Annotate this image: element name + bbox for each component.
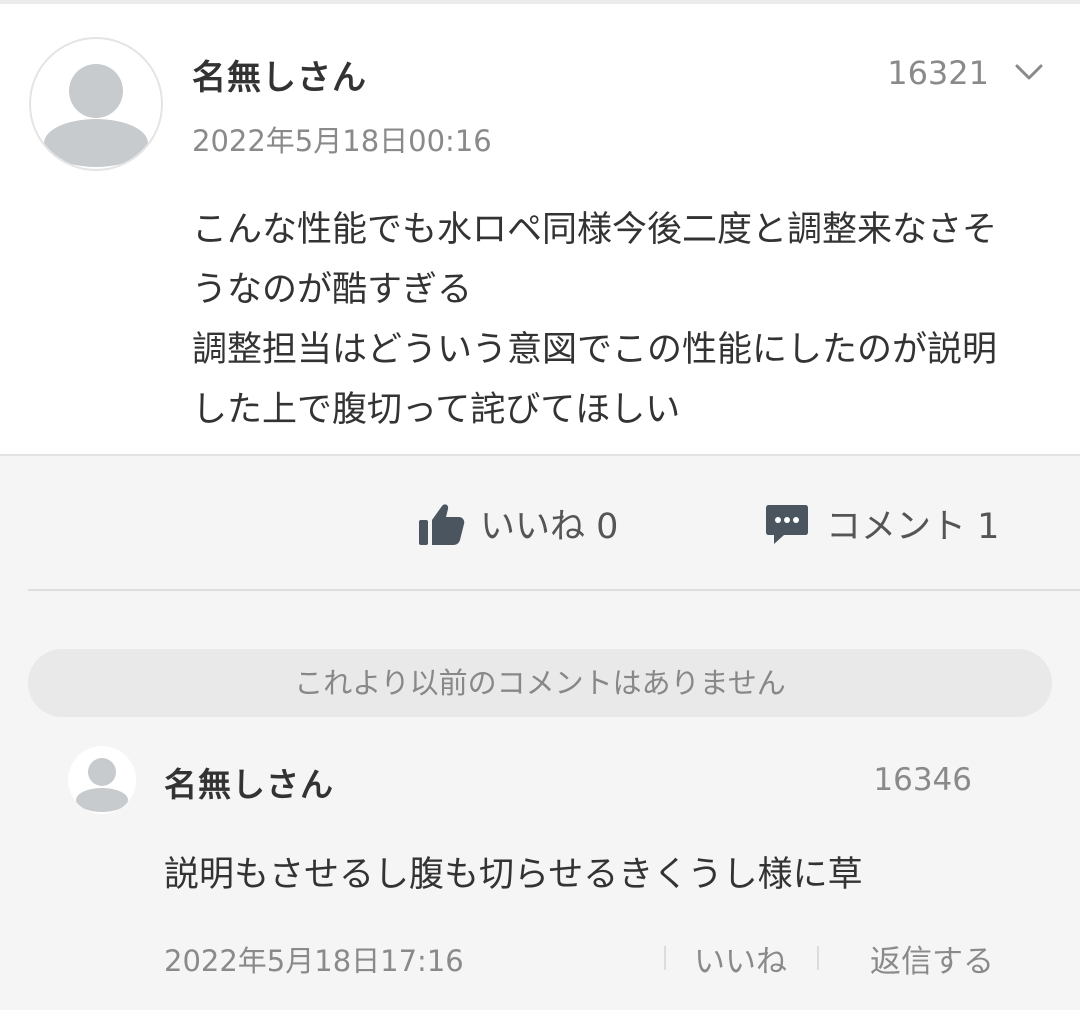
post-body-line: こんな性能でも水ロペ同様今後二度と調整来なさそ <box>192 210 998 250</box>
divider <box>28 589 1080 591</box>
post-number: 16321 <box>887 54 989 92</box>
user-avatar-icon[interactable] <box>29 37 163 171</box>
separator <box>664 946 666 970</box>
post-body-line: 調整担当はどういう意図でこの性能にしたのが説明 <box>192 330 998 370</box>
post-card: 名無しさん 16321 2022年5月18日00:16 こんな性能でも水ロペ同様… <box>0 0 1080 456</box>
comment-count-label: コメント 1 <box>826 507 1000 547</box>
post-body-line: うなのが酷すぎる <box>192 270 473 310</box>
comment-body: 説明もさせるし腹も切らせるきくうし様に草 <box>164 855 863 895</box>
post-body-line: した上で腹切って詫びてほしい <box>192 390 681 430</box>
separator <box>817 946 819 970</box>
speech-bubble-icon <box>766 504 808 544</box>
post-author-name[interactable]: 名無しさん <box>192 50 367 99</box>
post-timestamp: 2022年5月18日00:16 <box>192 124 492 158</box>
comment-button[interactable]: コメント 1 <box>764 498 999 549</box>
comment-author-name[interactable]: 名無しさん <box>164 758 334 806</box>
like-button[interactable]: いいね 0 <box>416 498 618 549</box>
comment-like-button[interactable]: いいね <box>694 936 787 981</box>
no-earlier-comments-notice: これより以前のコメントはありません <box>28 649 1052 717</box>
post-body: こんな性能でも水ロペ同様今後二度と調整来なさそ うなのが酷すぎる 調整担当はどう… <box>192 200 1062 440</box>
like-count-label: いいね 0 <box>480 507 619 547</box>
comment-timestamp: 2022年5月18日17:16 <box>164 944 464 978</box>
reply-button[interactable]: 返信する <box>870 936 994 981</box>
comment-number: 16346 <box>873 762 972 798</box>
commenter-avatar-icon[interactable] <box>68 746 136 814</box>
thumbs-up-icon <box>419 503 465 545</box>
chevron-down-icon[interactable] <box>1014 60 1044 84</box>
